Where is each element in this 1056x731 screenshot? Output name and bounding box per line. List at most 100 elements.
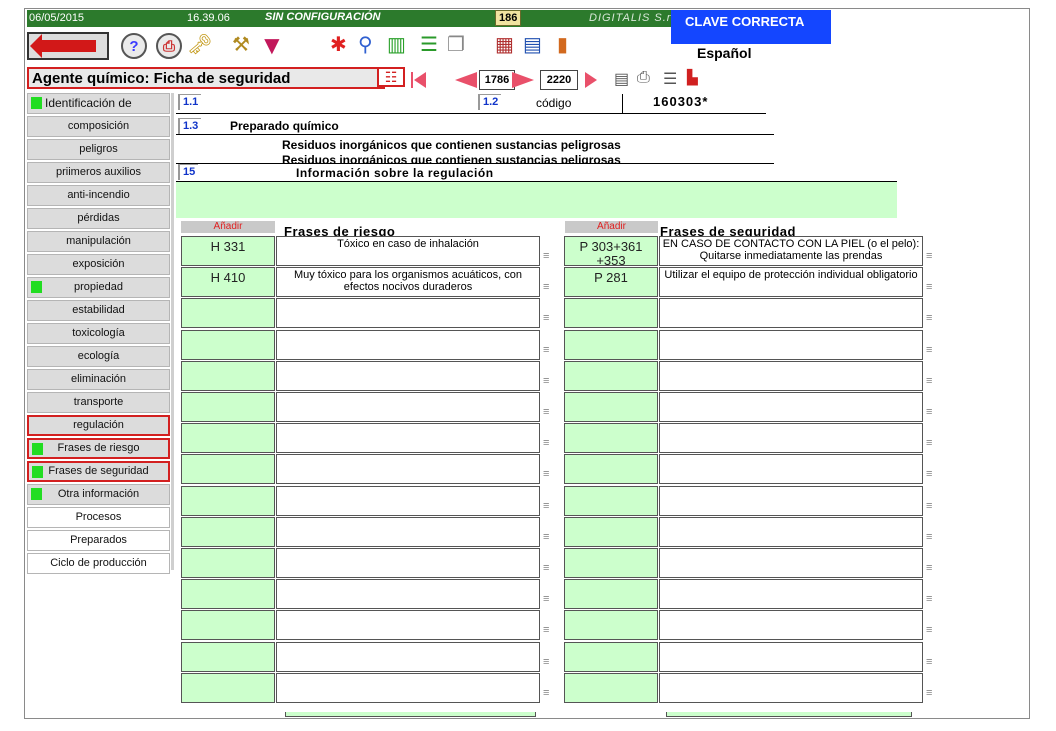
add-safety-phrase-button[interactable]: Añadir	[565, 221, 658, 233]
scroll-handle-icon[interactable]: ≡	[926, 687, 932, 699]
phrase-code-cell[interactable]	[564, 672, 658, 703]
phrase-code-cell[interactable]: P 303+361 +353	[564, 236, 658, 266]
phrase-code-cell[interactable]: H 331	[181, 236, 275, 266]
sidebar-item[interactable]: eliminación	[27, 369, 170, 390]
scroll-handle-icon[interactable]: ≡	[543, 593, 549, 605]
phrase-text-cell[interactable]: Tóxico en caso de inhalación	[276, 236, 540, 266]
phrase-text-cell[interactable]	[276, 392, 540, 422]
phrase-text-cell[interactable]	[276, 516, 540, 547]
pdf-icon[interactable]: ▙	[687, 69, 698, 86]
next-record-icon[interactable]	[512, 72, 534, 88]
phrase-code-cell[interactable]	[564, 329, 658, 360]
phrase-text-cell[interactable]	[659, 672, 923, 703]
phrase-text-cell[interactable]	[659, 360, 923, 391]
scroll-handle-icon[interactable]: ≡	[543, 406, 549, 418]
phrase-code-cell[interactable]	[181, 672, 275, 703]
scroll-handle-icon[interactable]: ≡	[543, 375, 549, 387]
help-icon[interactable]: ?	[121, 33, 147, 59]
sidebar-item[interactable]: anti-incendio	[27, 185, 170, 206]
scroll-handle-icon[interactable]: ≡	[926, 250, 932, 262]
phrase-code-cell[interactable]	[181, 360, 275, 391]
scroll-handle-icon[interactable]: ≡	[926, 500, 932, 512]
phrase-text-cell[interactable]	[276, 454, 540, 485]
phrase-code-cell[interactable]	[564, 485, 658, 516]
sidebar-item[interactable]: manipulación	[27, 231, 170, 252]
first-record-icon[interactable]	[411, 72, 426, 88]
sidebar-item[interactable]: transporte	[27, 392, 170, 413]
phrase-text-cell[interactable]	[276, 298, 540, 329]
scroll-handle-icon[interactable]: ≡	[543, 687, 549, 699]
phrase-text-cell[interactable]	[659, 329, 923, 360]
current-record-number[interactable]: 1786	[479, 70, 515, 90]
phrase-text-cell[interactable]	[659, 392, 923, 422]
books-icon[interactable]: ▥	[387, 32, 406, 57]
phrase-text-cell[interactable]: Muy tóxico para los organismos acuáticos…	[276, 267, 540, 298]
add-risk-phrase-button[interactable]: Añadir	[181, 221, 275, 233]
sidebar-item[interactable]: peligros	[27, 139, 170, 160]
scroll-handle-icon[interactable]: ≡	[926, 656, 932, 668]
phrase-code-cell[interactable]	[564, 360, 658, 391]
exit-door-icon[interactable]: ▮	[557, 32, 568, 57]
back-arrow-icon[interactable]	[27, 32, 109, 60]
sidebar-item[interactable]: Procesos	[27, 507, 170, 528]
phrase-code-cell[interactable]	[181, 610, 275, 641]
scroll-handle-icon[interactable]: ≡	[926, 344, 932, 356]
phrase-text-cell[interactable]	[276, 423, 540, 454]
scroll-handle-icon[interactable]: ≡	[926, 468, 932, 480]
phrase-text-cell[interactable]	[659, 485, 923, 516]
phrase-text-cell[interactable]: EN CASO DE CONTACTO CON LA PIEL (o el pe…	[659, 236, 923, 266]
sidebar-item[interactable]: Identificación de	[27, 93, 170, 114]
scroll-handle-icon[interactable]: ≡	[926, 312, 932, 324]
scroll-handle-icon[interactable]: ≡	[543, 562, 549, 574]
phrase-text-cell[interactable]	[659, 423, 923, 454]
phrase-code-cell[interactable]	[181, 454, 275, 485]
sidebar-item[interactable]: priimeros auxilios	[27, 162, 170, 183]
sidebar-item[interactable]: Frases de riesgo	[27, 438, 170, 459]
scroll-handle-icon[interactable]: ≡	[543, 281, 549, 293]
scroll-handle-icon[interactable]: ≡	[926, 406, 932, 418]
phrase-code-cell[interactable]	[564, 516, 658, 547]
phrase-code-cell[interactable]	[564, 610, 658, 641]
phrase-text-cell[interactable]	[276, 641, 540, 672]
sidebar-item[interactable]: toxicología	[27, 323, 170, 344]
phrase-code-cell[interactable]	[564, 298, 658, 329]
phrase-code-cell[interactable]	[181, 392, 275, 422]
scroll-handle-icon[interactable]: ≡	[543, 656, 549, 668]
phrase-code-cell[interactable]	[564, 548, 658, 578]
scroll-handle-icon[interactable]: ≡	[543, 437, 549, 449]
phrase-code-cell[interactable]	[181, 579, 275, 610]
phrase-code-cell[interactable]: H 410	[181, 267, 275, 298]
sidebar-item[interactable]: propiedad	[27, 277, 170, 298]
phrase-code-cell[interactable]: P 281	[564, 267, 658, 298]
code-value[interactable]: 160303*	[622, 94, 766, 114]
scroll-handle-icon[interactable]: ≡	[926, 624, 932, 636]
phrase-code-cell[interactable]	[564, 579, 658, 610]
language-label[interactable]: Español	[697, 45, 751, 61]
phrase-text-cell[interactable]	[659, 548, 923, 578]
document-icon[interactable]: ▤	[614, 69, 629, 89]
phrase-text-cell[interactable]	[659, 454, 923, 485]
scroll-handle-icon[interactable]: ≡	[543, 250, 549, 262]
regulation-field[interactable]	[176, 182, 897, 218]
phrase-text-cell[interactable]: Utilizar el equipo de protección individ…	[659, 267, 923, 298]
scroll-handle-icon[interactable]: ≡	[543, 531, 549, 543]
previous-record-icon[interactable]	[455, 72, 477, 88]
scroll-handle-icon[interactable]: ≡	[926, 437, 932, 449]
search-icon[interactable]: ⚲	[358, 32, 373, 57]
scroll-handle-icon[interactable]: ≡	[926, 593, 932, 605]
funnel-icon[interactable]: ▼	[259, 30, 285, 61]
documents-icon[interactable]: ❐	[447, 32, 465, 57]
scroll-handle-icon[interactable]: ≡	[543, 500, 549, 512]
phrase-text-cell[interactable]	[659, 579, 923, 610]
sidebar-item[interactable]: pérdidas	[27, 208, 170, 229]
sidebar-item[interactable]: estabilidad	[27, 300, 170, 321]
phrase-code-cell[interactable]	[564, 641, 658, 672]
list-view-icon[interactable]: ☷	[377, 67, 405, 87]
key-icon[interactable]: 🗝	[187, 32, 212, 57]
sidebar-item[interactable]: Ciclo de producción	[27, 553, 170, 574]
phrase-code-cell[interactable]	[181, 298, 275, 329]
phrase-text-cell[interactable]	[276, 672, 540, 703]
phrase-code-cell[interactable]	[181, 485, 275, 516]
phrase-text-cell[interactable]	[276, 548, 540, 578]
sidebar-item[interactable]: Otra información	[27, 484, 170, 505]
